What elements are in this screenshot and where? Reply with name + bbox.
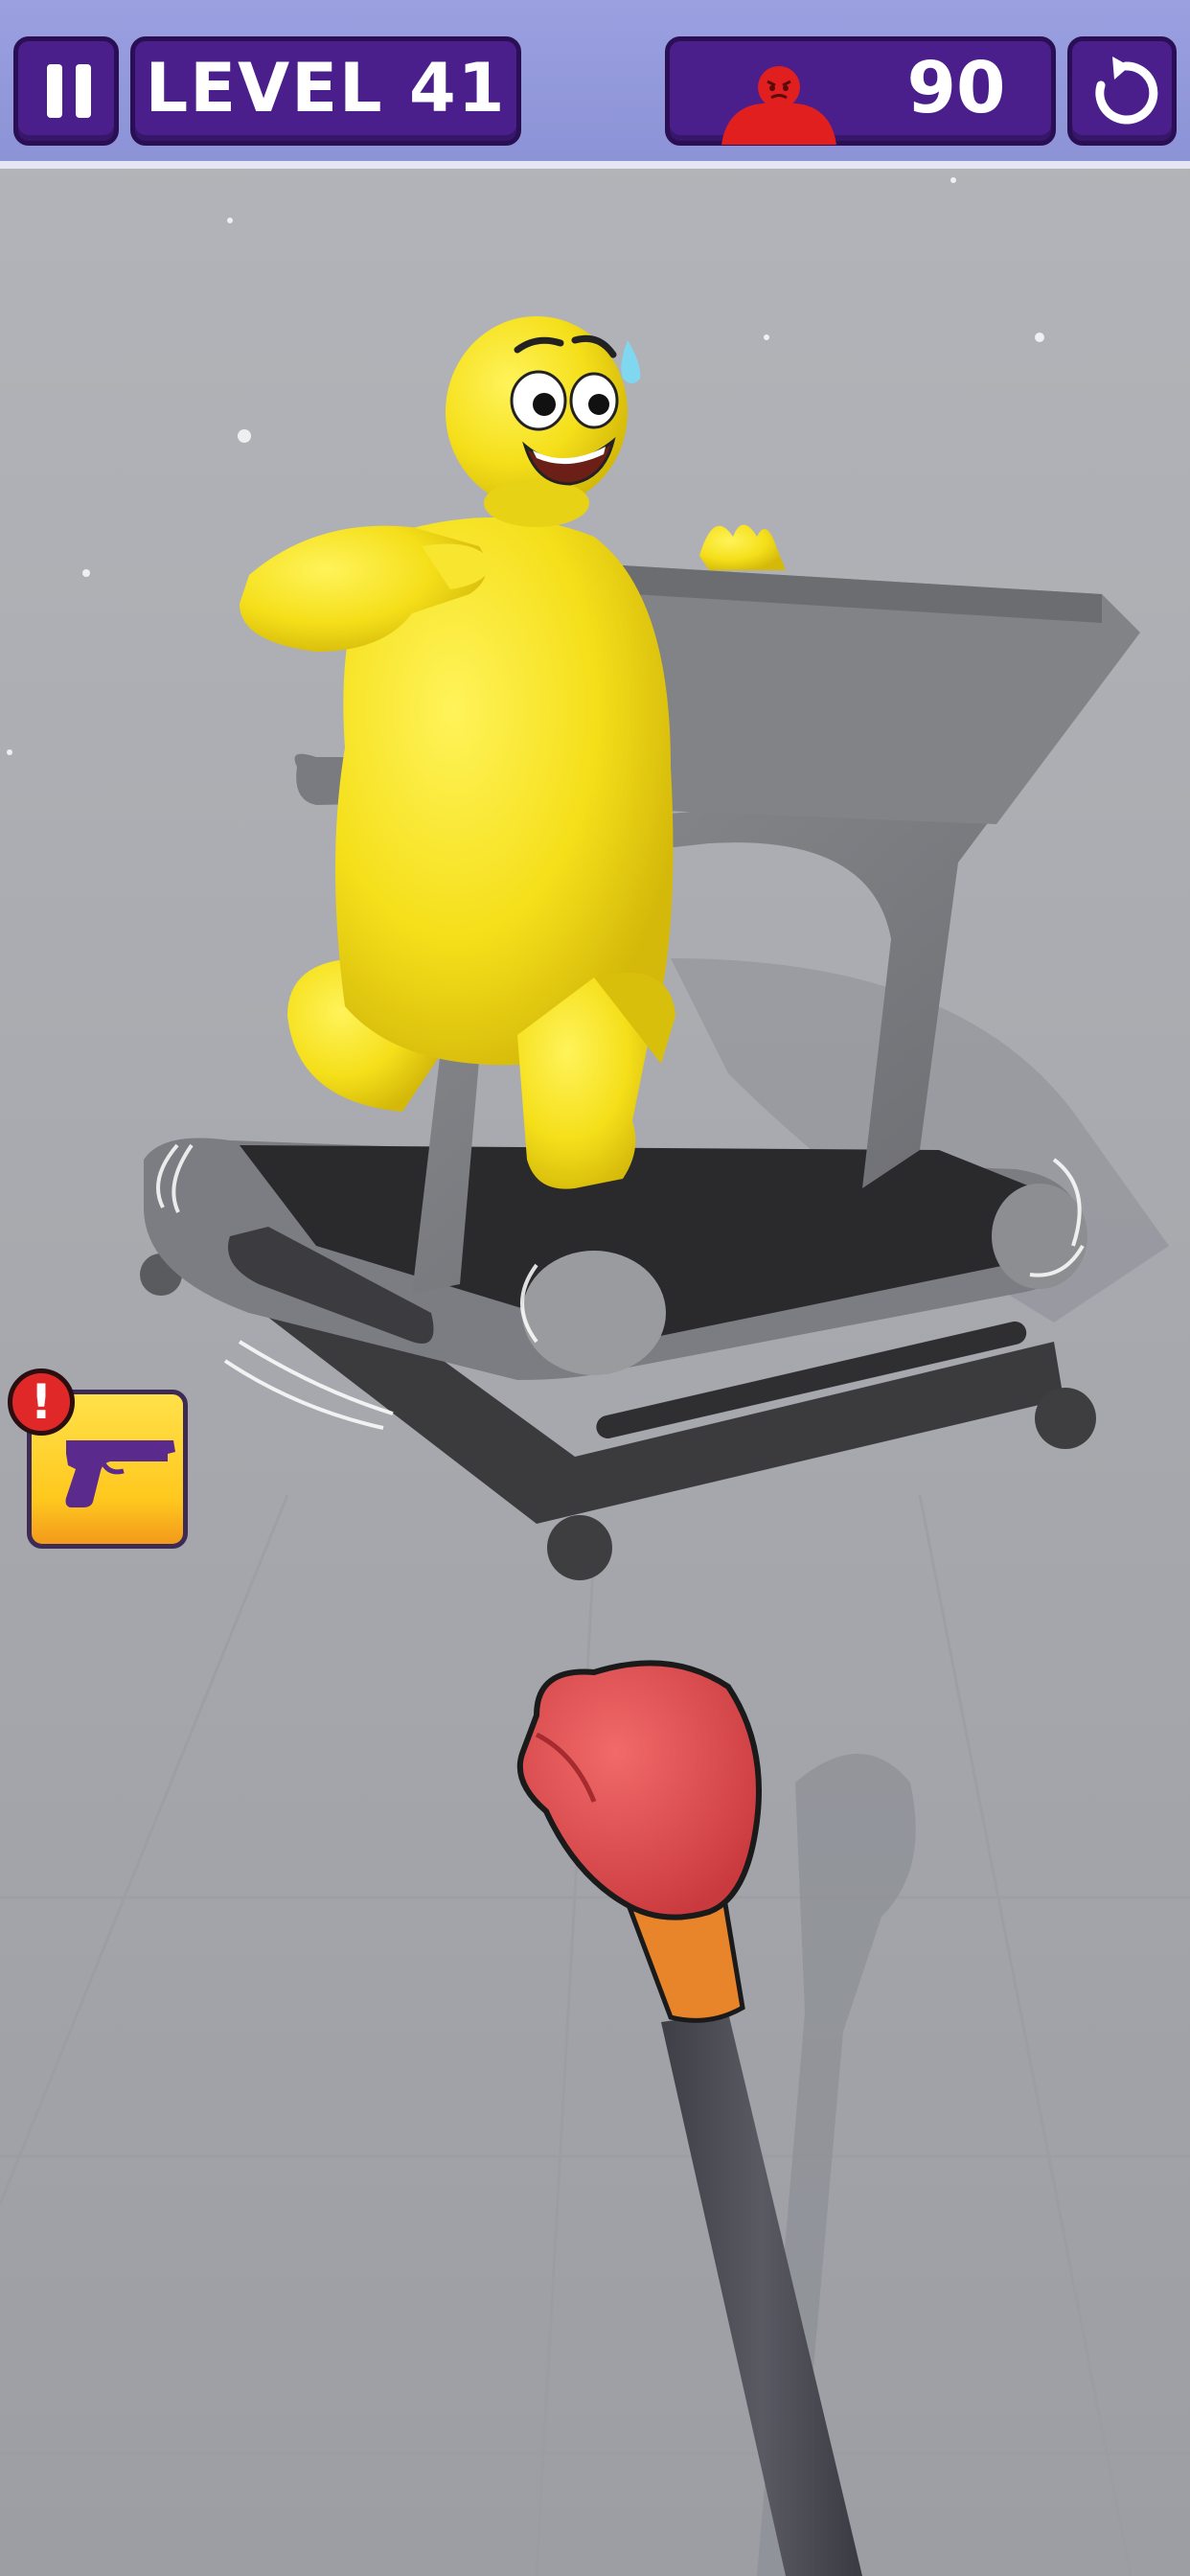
restart-icon [1095,57,1158,125]
game-scene[interactable] [0,0,1190,2576]
enemy-count: 90 [906,47,1006,129]
pause-button[interactable] [13,36,119,146]
weapon-alert-badge: ! [8,1368,75,1436]
restart-button[interactable] [1067,36,1177,146]
enemy-counter: 90 [665,36,1056,146]
top-hud-bar: LEVEL 41 90 [0,0,1190,169]
level-indicator: LEVEL 41 [130,36,521,146]
level-label: LEVEL 41 [145,49,507,127]
angry-red-figure-icon [721,66,836,145]
